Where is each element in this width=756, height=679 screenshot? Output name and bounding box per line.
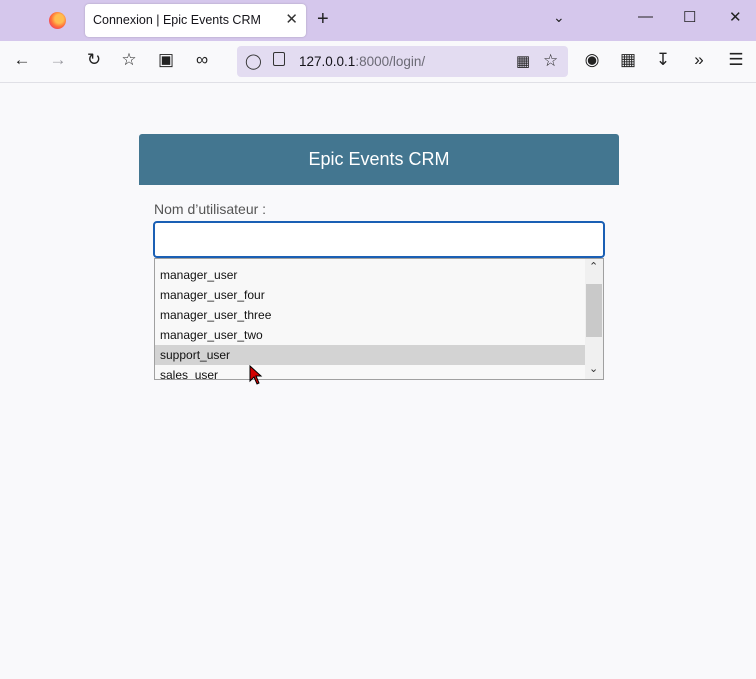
qr-code-icon[interactable]: ▦ [516, 52, 530, 70]
menu-icon[interactable]: ☰ [725, 50, 747, 70]
autocomplete-option[interactable]: sales_user [155, 365, 586, 379]
minimize-icon[interactable]: — [638, 8, 653, 25]
maximize-icon[interactable]: ☐ [683, 8, 696, 26]
extension-icon[interactable]: ☆ [118, 50, 140, 70]
autocomplete-option[interactable]: manager_user [155, 265, 586, 285]
overflow-icon[interactable]: » [688, 50, 710, 70]
scrollbar-thumb[interactable] [586, 284, 602, 337]
shield-icon[interactable]: ◯ [245, 52, 262, 70]
private-browsing-icon[interactable]: ∞ [191, 50, 213, 70]
mouse-cursor-icon [249, 365, 263, 385]
tab-title: Connexion | Epic Events CRM [93, 13, 261, 27]
url-host: 127.0.0.1 [299, 54, 356, 69]
url-bar[interactable]: ◯ 127.0.0.1:8000/login/ ▦ ☆ [237, 46, 568, 77]
back-icon[interactable]: ← [11, 50, 33, 70]
autocomplete-option[interactable]: manager_user_three [155, 305, 586, 325]
username-label: Nom d’utilisateur : [154, 201, 267, 217]
scroll-down-icon[interactable]: ⌄ [589, 362, 598, 375]
tab-bar: Connexion | Epic Events CRM ✕ + ⌄ — ☐ ✕ [0, 0, 756, 41]
dropdown-scrollbar[interactable]: ⌃ ⌄ [585, 259, 603, 379]
forward-icon[interactable]: → [47, 50, 69, 70]
reload-icon[interactable]: ↻ [83, 50, 105, 70]
downloads-icon[interactable]: ↧ [652, 50, 674, 70]
extensions-icon[interactable]: ▦ [617, 50, 639, 70]
username-input[interactable] [153, 221, 605, 258]
close-tab-icon[interactable]: ✕ [285, 10, 298, 28]
new-tab-icon[interactable]: + [317, 8, 329, 31]
list-all-tabs-icon[interactable]: ⌄ [553, 9, 565, 26]
firefox-icon[interactable] [49, 12, 66, 29]
autocomplete-dropdown: manager_user manager_user_four manager_u… [154, 258, 604, 380]
screenshot-icon[interactable]: ▣ [155, 50, 177, 70]
page-title: Epic Events CRM [308, 149, 450, 169]
tab-active[interactable]: Connexion | Epic Events CRM ✕ [85, 4, 306, 37]
page-content: Epic Events CRM Nom d’utilisateur : mana… [0, 83, 756, 679]
scroll-up-icon[interactable]: ⌃ [589, 260, 598, 273]
pocket-icon[interactable]: ◉ [581, 50, 603, 70]
autocomplete-option-selected[interactable]: support_user [155, 345, 586, 365]
window-close-icon[interactable]: ✕ [729, 8, 742, 26]
url-path: :8000/login/ [355, 54, 426, 69]
autocomplete-option[interactable]: manager_user_two [155, 325, 586, 345]
bookmark-star-icon[interactable]: ☆ [543, 51, 558, 71]
page-info-icon[interactable] [273, 52, 285, 66]
autocomplete-option[interactable]: manager_user_four [155, 285, 586, 305]
card-header: Epic Events CRM [139, 134, 619, 185]
nav-bar: ← → ↻ ☆ ▣ ∞ ◯ 127.0.0.1:8000/login/ ▦ ☆ … [0, 41, 756, 83]
url-text[interactable]: 127.0.0.1:8000/login/ [299, 54, 425, 69]
